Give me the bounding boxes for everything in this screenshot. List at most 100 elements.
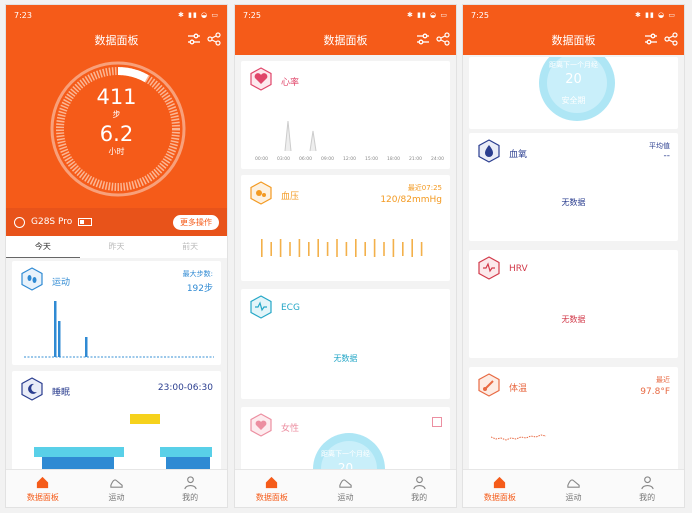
status-icons: ✱ ▮▮ ◒ ▭ [635,11,676,19]
status-icons: ✱ ▮▮ ◒ ▭ [178,11,219,19]
female-card[interactable]: 女性 距离下一个月经 20 [241,407,450,499]
tab-today[interactable]: 今天 [6,236,80,258]
tab-yesterday[interactable]: 昨天 [80,236,154,258]
title-bar: 数据面板 [463,25,684,55]
bp-bar [364,242,366,256]
period-bubble-text: 距离下一个月经 [549,61,598,69]
device-name: G28S Pro [31,217,73,227]
ecg-nodata: 无数据 [333,354,358,363]
share-icon[interactable] [436,32,450,46]
bp-bar [261,239,263,257]
sport-card[interactable]: 运动 最大步数: 192步 [12,261,221,365]
user-icon [412,475,426,489]
steps-unit: 步 [112,110,121,119]
female-card-continued[interactable]: 距离下一个月经 20 安全期 [469,57,678,129]
moon-icon [21,377,43,401]
settings-sliders-icon[interactable] [416,32,430,46]
edit-icon[interactable] [432,417,442,427]
heart-rate-card[interactable]: 心率 00:00 03:00 06:00 09:00 12:00 15:00 18:00 21… [241,61,450,169]
tab-dashboard[interactable]: 数据面板 [463,470,537,507]
title-bar: 数据面板 [235,25,456,55]
status-icons: ✱ ▮▮ ◒ ▭ [407,11,448,19]
temperature-card[interactable]: 体温 最近 97.8°F [469,367,678,473]
ecg-card[interactable]: ECG 无数据 [241,289,450,399]
footprint-icon [21,267,43,291]
phone-panel-health-2: 7:25 ✱ ▮▮ ◒ ▭ 数据面板 距离下一个月经 20 安全期 血氧 平均值… [462,4,685,508]
blood-drop-icon [478,139,500,163]
settings-sliders-icon[interactable] [644,32,658,46]
period-bubble-num: 20 [565,72,582,87]
status-bar: 7:23 ✱ ▮▮ ◒ ▭ [6,5,227,25]
sleep-hours-value: 6.2 [99,122,134,146]
sleep-hours-unit: 小时 [108,147,125,156]
home-icon [494,476,506,488]
temperature-chart [491,434,547,441]
bp-bar [326,242,329,256]
day-tabs: 今天 昨天 前天 [6,236,227,258]
settings-sliders-icon[interactable] [187,32,201,46]
sport-title: 运动 [52,278,71,288]
tab-dashboard[interactable]: 数据面板 [6,470,80,507]
bp-bar [317,239,319,257]
ecg-title: ECG [281,303,300,313]
bp-bar [308,242,310,256]
blood-pressure-card[interactable]: 血压 最近07:25 120/82mmHg [241,175,450,281]
max-steps-label: 最大步数: [182,270,213,278]
bp-bar [402,242,404,256]
heart-rate-axis: 00:00 03:00 06:00 09:00 12:00 15:00 18:00 21:00… [255,157,444,162]
bp-bar [345,242,348,256]
bp-bar [355,239,357,257]
sleep-title: 睡眠 [52,388,71,398]
header-area: 7:25 ✱ ▮▮ ◒ ▭ 数据面板 [235,5,456,55]
sport-chart [24,301,214,358]
hrv-pulse-icon [478,256,500,280]
temperature-title: 体温 [509,384,528,394]
share-icon[interactable] [664,32,678,46]
bp-bar [289,242,291,256]
bp-value: 120/82mmHg [380,195,442,205]
tab-mine[interactable]: 我的 [153,470,227,507]
bp-bar [420,242,423,256]
bottom-tab-bar: 数据面板 运动 我的 [463,469,684,507]
tab-day-before[interactable]: 前天 [153,236,227,258]
steps-value: 411 [96,85,137,109]
period-bubble-sub: 安全期 [561,96,586,105]
tab-sport[interactable]: 运动 [537,470,611,507]
max-steps-value: 192步 [186,284,213,294]
bottom-tab-bar: 数据面板 运动 我的 [6,469,227,507]
hrv-card[interactable]: HRV 无数据 [469,250,678,358]
watch-icon [14,216,25,228]
home-icon [266,476,278,488]
status-time: 7:23 [14,10,32,20]
title-bar: 数据面板 [6,25,227,55]
status-bar: 7:25 ✱ ▮▮ ◒ ▭ [463,5,684,25]
phone-panel-dashboard: 7:23 ✱ ▮▮ ◒ ▭ 数据面板 411 步 6.2 小时 G28S Pro… [5,4,228,508]
tab-mine[interactable]: 我的 [382,470,456,507]
page-title: 数据面板 [94,34,139,47]
ecg-icon [250,295,272,319]
shoe-icon [339,478,352,488]
hrv-nodata: 无数据 [561,315,586,324]
header-area: 7:23 ✱ ▮▮ ◒ ▭ 数据面板 411 步 6.2 小时 G28S Pro… [6,5,227,236]
tab-sport[interactable]: 运动 [309,470,383,507]
status-bar: 7:25 ✱ ▮▮ ◒ ▭ [235,5,456,25]
bp-bar [298,239,301,257]
device-bar: G28S Pro 更多操作 [6,208,227,236]
spo2-title: 血氧 [509,150,528,160]
spo2-avg-value: -- [663,151,671,161]
status-time: 7:25 [243,10,261,20]
sleep-range: 23:00-06:30 [157,383,213,393]
tab-sport[interactable]: 运动 [80,470,154,507]
more-actions-button[interactable]: 更多操作 [173,214,219,230]
activity-ring-area: 411 步 6.2 小时 [6,55,227,208]
tab-dashboard[interactable]: 数据面板 [235,470,309,507]
bp-bar [373,239,376,257]
home-icon [37,476,49,488]
tab-mine[interactable]: 我的 [610,470,684,507]
share-icon[interactable] [207,32,221,46]
bp-bar [392,239,395,257]
sleep-card[interactable]: 睡眠 23:00-06:30 [12,371,221,471]
bottom-tab-bar: 数据面板 运动 我的 [235,469,456,507]
spo2-card[interactable]: 血氧 平均值 -- 无数据 [469,133,678,241]
bp-bar [383,242,385,256]
